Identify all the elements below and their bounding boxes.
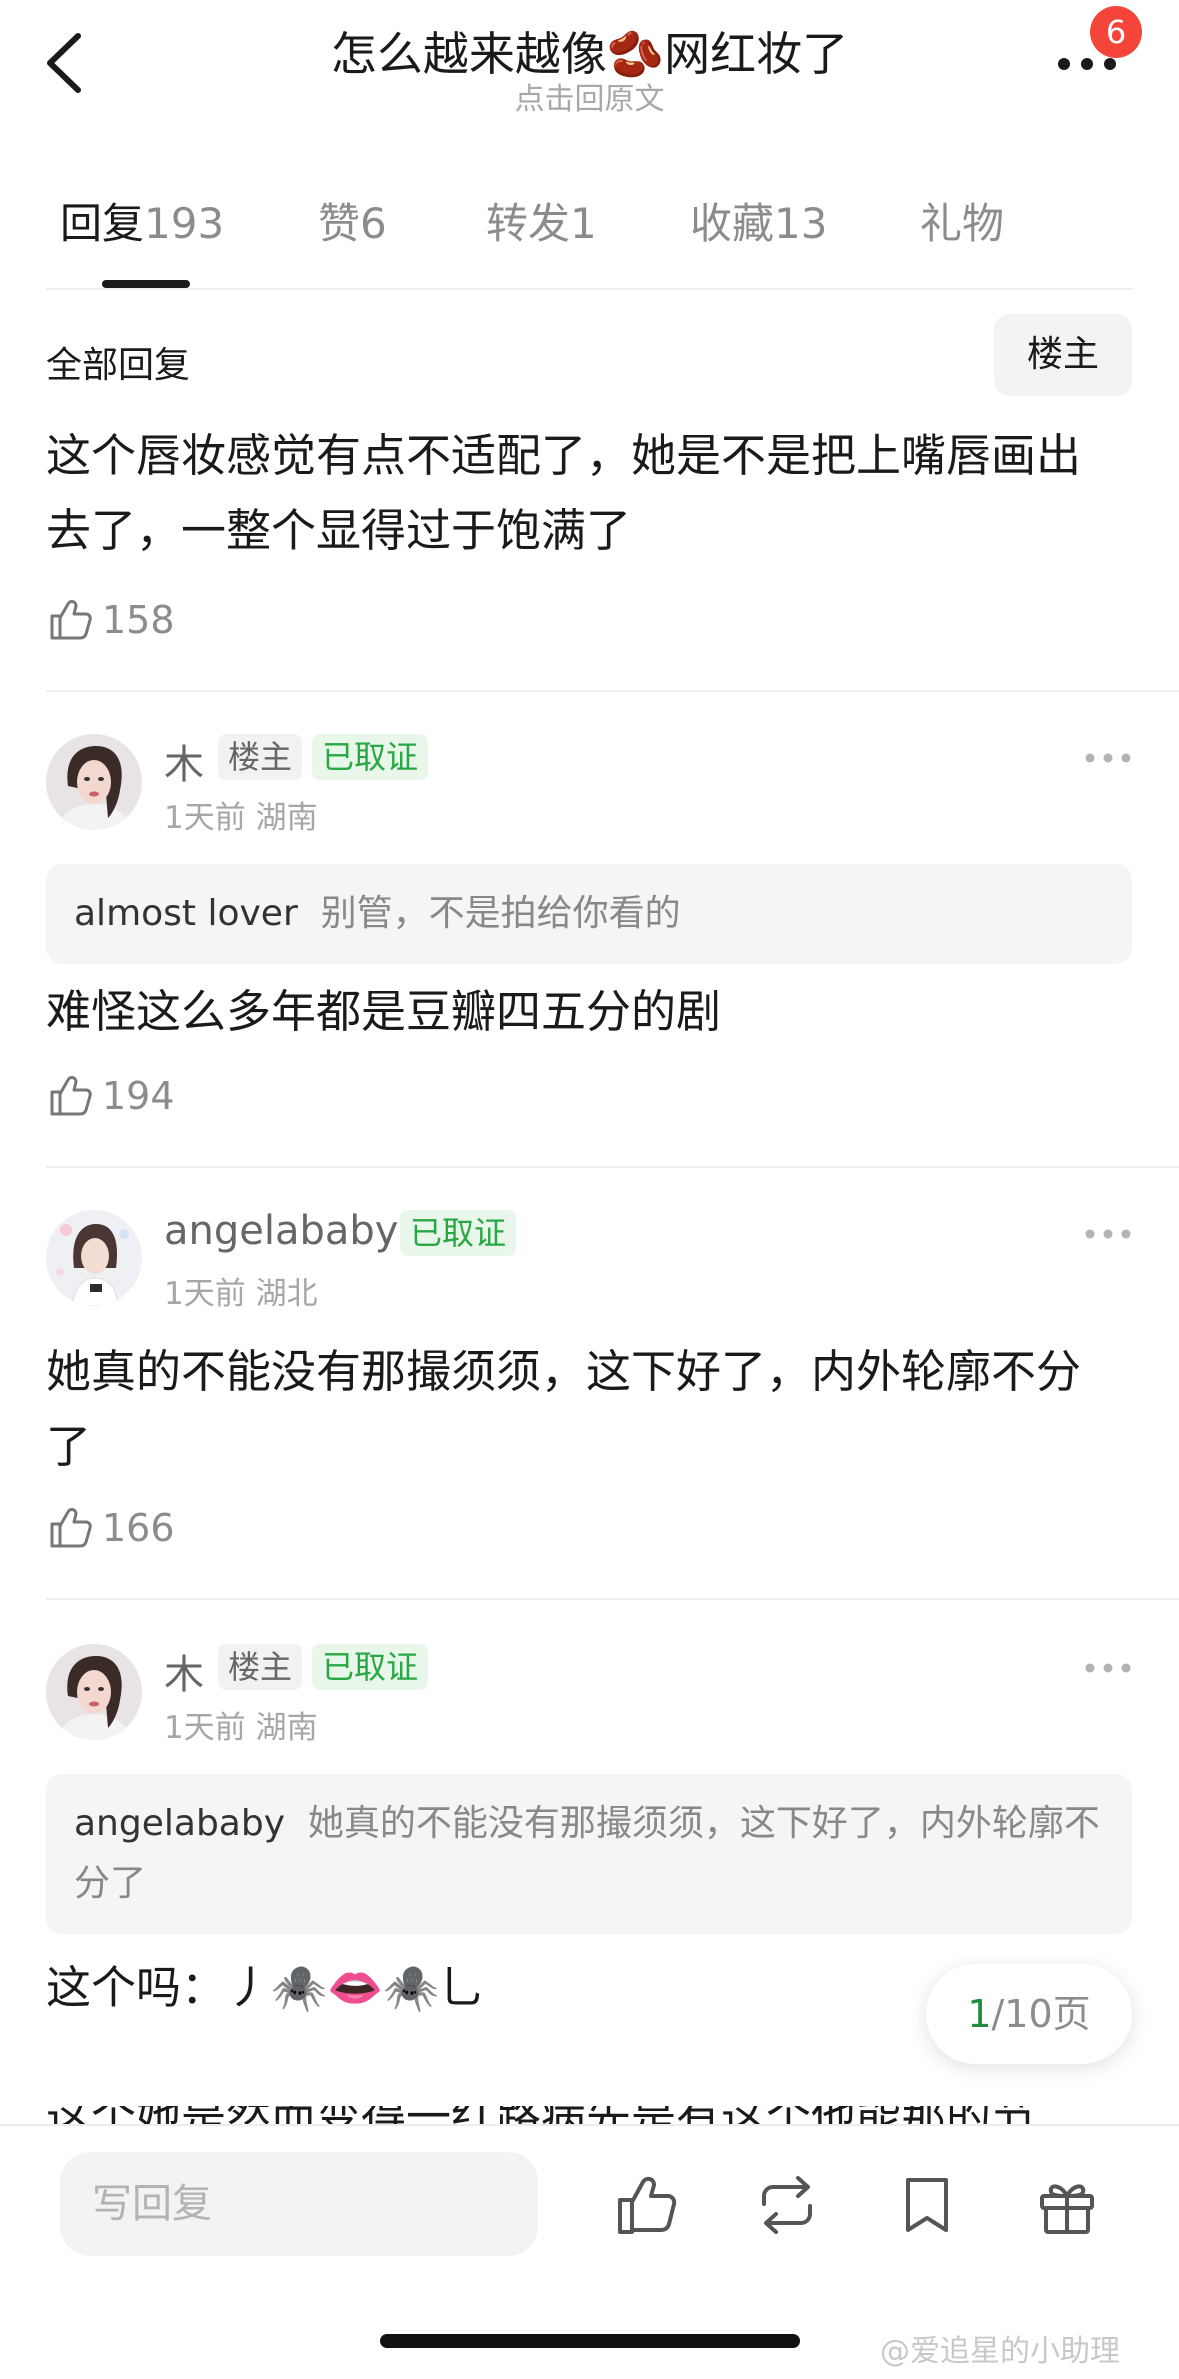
comment-more-icon[interactable] (1084, 748, 1132, 768)
quoted-reply[interactable]: angelababy 她真的不能没有那撮须须，这下好了，内外轮廓不分了 (46, 1774, 1132, 1934)
tab-label: 转发 (486, 199, 571, 248)
tabs-divider (46, 288, 1133, 290)
tab-count: 193 (144, 199, 225, 248)
comment-divider (46, 1166, 1179, 1168)
quoted-reply[interactable]: almost lover 别管，不是拍给你看的 (46, 864, 1132, 964)
avatar[interactable] (46, 1644, 142, 1740)
tab-replies[interactable]: 回复193 (60, 190, 224, 251)
tab-reposts[interactable]: 转发1 (486, 190, 597, 251)
comment-location: 湖南 (255, 1710, 318, 1746)
top-navigation-bar: 怎么越来越像🫘网红妆了 点击回原文 6 (0, 0, 1179, 150)
tab-likes[interactable]: 赞6 (318, 190, 387, 251)
like-post-icon[interactable] (612, 2170, 682, 2240)
active-tab-indicator (102, 280, 190, 288)
next-comment-text: 这个她是然而变得一红路病先是有这个他能那的节 (46, 2106, 1132, 2124)
tab-label: 赞 (318, 199, 361, 248)
tab-count: 6 (360, 199, 387, 248)
username[interactable]: 木 (164, 1642, 204, 1700)
current-page: 1 (967, 1992, 992, 2036)
like-count: 166 (102, 1506, 175, 1550)
user-avatar-image (46, 1644, 142, 1740)
page-indicator-button[interactable]: 1/10页 (926, 1964, 1132, 2064)
comment-body[interactable]: 这个唇妆感觉有点不适配了，她是不是把上嘴唇画出去了，一整个显得过于饱满了 (46, 418, 1106, 568)
avatar[interactable] (46, 1210, 142, 1306)
username[interactable]: 木 (164, 732, 204, 790)
home-indicator[interactable] (380, 2334, 800, 2348)
comment-body[interactable]: 难怪这么多年都是豆瓣四五分的剧 (46, 974, 1106, 1049)
tab-count: 1 (570, 199, 597, 248)
comment-body[interactable]: 这个吗：丿🕷️👄🕷️乚 (46, 1950, 906, 2025)
all-replies-label[interactable]: 全部回复 (46, 336, 190, 388)
comment-more-icon[interactable] (1084, 1224, 1132, 1244)
gift-icon[interactable] (1032, 2170, 1102, 2240)
verified-tag: 已取证 (312, 734, 429, 780)
repost-icon[interactable] (752, 2170, 822, 2240)
tab-favorites[interactable]: 收藏13 (690, 190, 827, 251)
like-count: 158 (102, 598, 175, 642)
verified-tag: 已取证 (312, 1644, 429, 1690)
bookmark-icon[interactable] (892, 2170, 962, 2240)
op-only-filter-button[interactable]: 楼主 (994, 314, 1132, 396)
thumbs-up-icon (50, 1076, 92, 1116)
comment-meta: 1天前 湖南 (164, 1702, 318, 1747)
comment-time: 1天前 (164, 1276, 246, 1312)
comment-meta: 1天前 湖南 (164, 792, 318, 837)
username[interactable]: angelababy (164, 1208, 398, 1254)
bottom-action-bar: 写回复 @爱追星的小助理 (0, 2124, 1179, 2379)
comment-divider (46, 690, 1179, 692)
notification-badge: 6 (1090, 6, 1142, 58)
reply-input[interactable]: 写回复 (60, 2152, 538, 2256)
tab-label: 收藏 (690, 199, 775, 248)
next-comment-preview: 这个她是然而变得一红路病先是有这个他能那的节 (46, 2106, 1132, 2124)
comment-time: 1天前 (164, 800, 246, 836)
thumbs-up-icon (50, 600, 92, 640)
interaction-tabs: 回复193 赞6 转发1 收藏13 礼物 (0, 190, 1179, 290)
comment-divider (46, 1598, 1179, 1600)
comment-body[interactable]: 她真的不能没有那撮须须，这下好了，内外轮廓不分了 (46, 1334, 1106, 1484)
tab-gifts[interactable]: 礼物 (920, 190, 1004, 251)
verified-tag: 已取证 (400, 1210, 517, 1256)
comment-meta: 1天前 湖北 (164, 1268, 318, 1313)
watermark: @爱追星的小助理 (880, 2334, 1120, 2369)
quoted-text: 别管，不是拍给你看的 (320, 893, 681, 934)
quoted-username: angelababy (74, 1803, 286, 1844)
thumbs-up-icon (50, 1508, 92, 1548)
like-button[interactable]: 158 (46, 592, 186, 648)
like-button[interactable]: 194 (46, 1068, 186, 1124)
op-tag: 楼主 (218, 1644, 303, 1690)
comment-time: 1天前 (164, 1710, 246, 1746)
comment-location: 湖北 (255, 1276, 318, 1312)
comment-location: 湖南 (255, 800, 318, 836)
tab-label: 回复 (60, 199, 145, 248)
avatar[interactable] (46, 734, 142, 830)
tab-count: 13 (774, 199, 828, 248)
back-to-original-link[interactable]: 点击回原文 (0, 74, 1179, 118)
total-pages: /10页 (991, 1992, 1091, 2036)
like-button[interactable]: 166 (46, 1500, 186, 1556)
user-avatar-image (46, 734, 142, 830)
op-tag: 楼主 (218, 734, 303, 780)
quoted-username: almost lover (74, 893, 298, 934)
comment-more-icon[interactable] (1084, 1658, 1132, 1678)
tab-label: 礼物 (920, 199, 1005, 248)
user-avatar-image (46, 1210, 142, 1306)
like-count: 194 (102, 1074, 175, 1118)
